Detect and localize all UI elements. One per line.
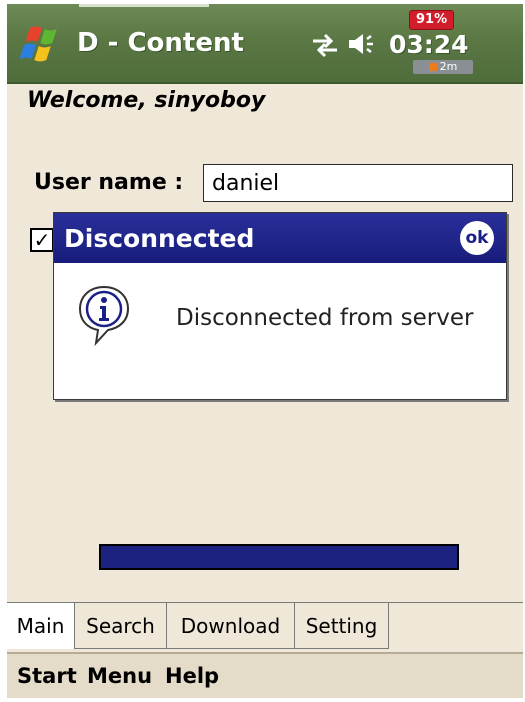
dialog-title-bar: Disconnected ok — [54, 213, 506, 263]
progress-bar — [99, 544, 459, 570]
welcome-text: Welcome, sinyoboy — [27, 88, 266, 113]
menu-help[interactable]: Help — [165, 664, 219, 688]
tab-main[interactable]: Main — [7, 603, 75, 649]
alert-dot-icon — [428, 63, 437, 71]
remember-checkbox[interactable]: ✓ — [30, 228, 54, 252]
device-screen: D - Content 91% 03:24 2m Welcome, sinyob… — [7, 4, 523, 698]
time-remaining-badge: 2m — [413, 60, 473, 74]
tab-setting[interactable]: Setting — [295, 603, 389, 649]
volume-icon[interactable] — [345, 30, 381, 58]
progress-fill — [101, 546, 457, 568]
tab-strip: Main Search Download Setting — [7, 602, 523, 651]
windows-flag-icon[interactable] — [19, 22, 67, 66]
tab-search[interactable]: Search — [75, 603, 167, 649]
info-icon — [78, 285, 130, 347]
dialog-title: Disconnected — [64, 224, 255, 253]
disconnected-dialog: Disconnected ok Disconnected from server — [53, 212, 507, 400]
dialog-message: Disconnected from server — [176, 305, 474, 331]
ok-button[interactable]: ok — [460, 221, 494, 255]
tab-download[interactable]: Download — [167, 603, 295, 649]
menu-menu[interactable]: Menu — [87, 664, 152, 688]
battery-badge[interactable]: 91% — [409, 10, 455, 30]
connectivity-icon[interactable] — [309, 32, 341, 58]
menu-bar: Start Menu Help — [7, 652, 523, 698]
app-title: D - Content — [77, 28, 244, 58]
time-remaining-text: 2m — [439, 60, 458, 73]
username-label: User name : — [34, 170, 184, 195]
title-bar-highlight — [79, 4, 209, 7]
username-input[interactable] — [203, 164, 513, 202]
menu-start[interactable]: Start — [17, 664, 77, 688]
title-bar: D - Content 91% 03:24 2m — [7, 4, 523, 84]
clock[interactable]: 03:24 — [389, 30, 469, 59]
